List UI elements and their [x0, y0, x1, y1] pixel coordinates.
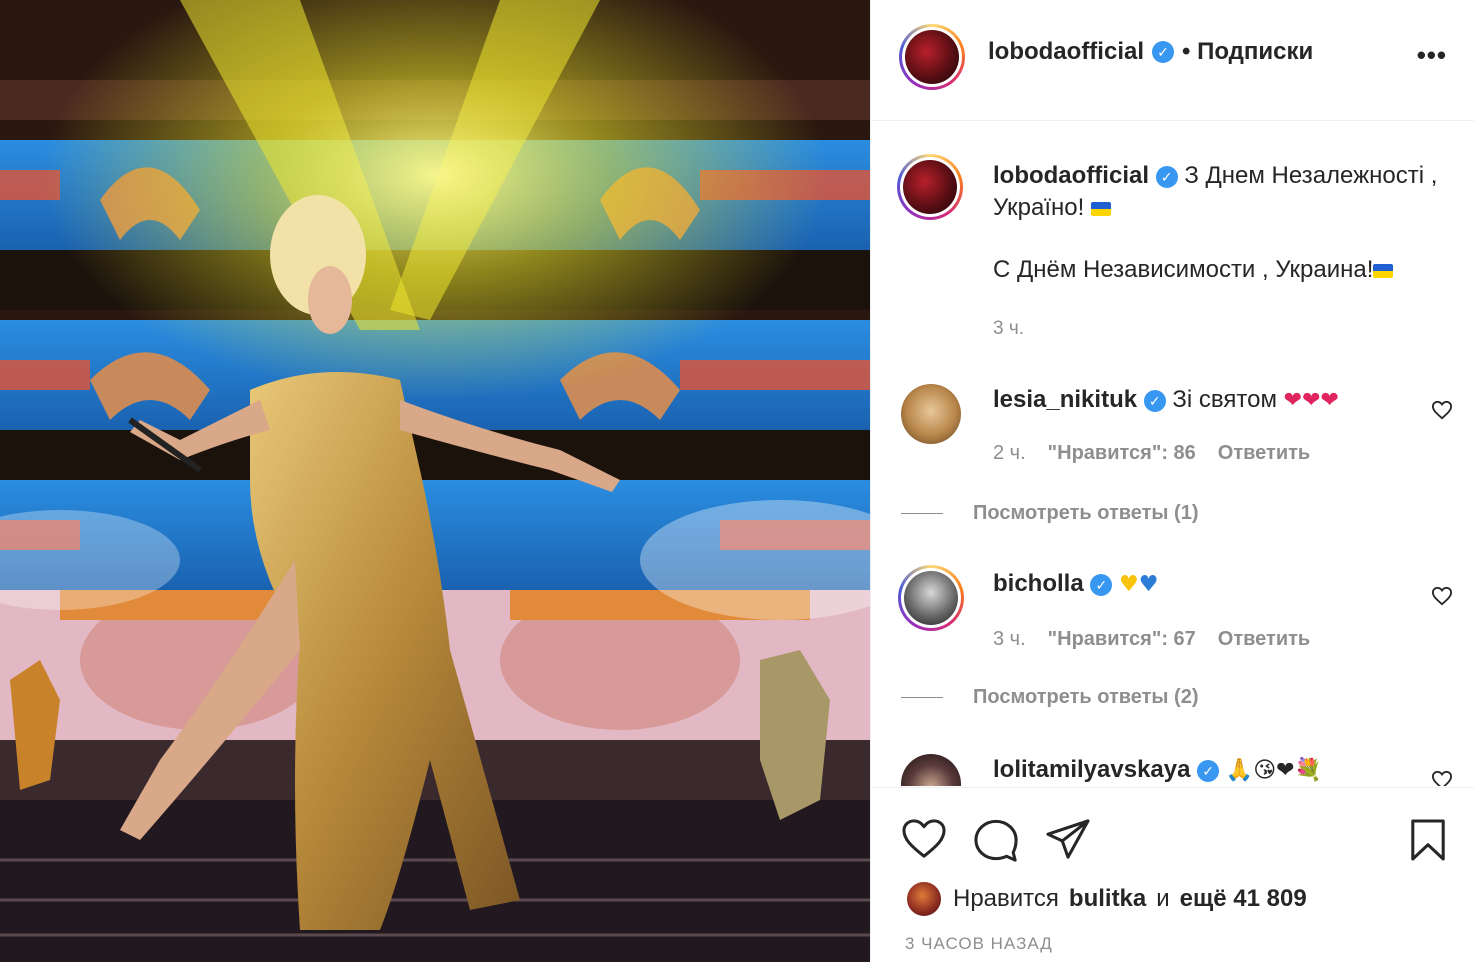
comment-likes[interactable]: "Нравится": 67	[1048, 628, 1196, 651]
liker-username[interactable]: bulitka	[1069, 885, 1146, 913]
comment-icon[interactable]	[973, 818, 1019, 862]
comment-likes[interactable]: "Нравится": 86	[1048, 442, 1196, 465]
verified-icon: ✓	[1090, 573, 1113, 596]
like-comment-heart-icon[interactable]	[1431, 586, 1453, 606]
caption-text: lobodaofficial ✓ З Днем Незалежності , У…	[993, 160, 1453, 286]
comment-body: bicholla ✓ ♥♥	[993, 570, 1423, 598]
comment-emoji: ❤❤❤	[1283, 388, 1339, 413]
comment-meta: 2 ч. "Нравится": 86 Ответить	[993, 442, 1310, 465]
caption-line2: С Днём Независимости , Украина!	[993, 256, 1374, 283]
author-info: lobodaofficial ✓ • Подписки	[988, 38, 1313, 66]
verified-icon: ✓	[1155, 165, 1178, 188]
like-comment-heart-icon[interactable]	[1431, 400, 1453, 420]
author-username[interactable]: lobodaofficial	[988, 38, 1144, 66]
verified-icon: ✓	[1143, 389, 1166, 412]
reply-button[interactable]: Ответить	[1218, 628, 1310, 651]
heart-icon[interactable]	[901, 818, 947, 860]
caption-avatar[interactable]	[897, 154, 963, 220]
post-header: lobodaofficial ✓ • Подписки •••	[871, 0, 1474, 121]
yellow-heart-icon: ♥	[1119, 572, 1139, 597]
follow-status[interactable]: • Подписки	[1182, 38, 1313, 66]
blue-heart-icon: ♥	[1138, 572, 1159, 597]
post-timestamp[interactable]: 3 часов назад	[905, 934, 1053, 954]
comments-list[interactable]: lobodaofficial ✓ З Днем Незалежності , У…	[871, 122, 1474, 786]
like-comment-heart-icon[interactable]	[1431, 770, 1453, 786]
post-actions: Нравится bulitka и ещё 41 809 3 часов на…	[871, 787, 1474, 962]
likes-and: и	[1156, 885, 1170, 912]
comment-username[interactable]: bicholla	[993, 570, 1084, 597]
concert-photo-illustration	[0, 0, 870, 962]
share-icon[interactable]	[1045, 818, 1091, 860]
author-avatar[interactable]	[899, 24, 965, 90]
comment-meta: 3 ч. "Нравится": 67 Ответить	[993, 628, 1310, 651]
comment-avatar[interactable]	[901, 754, 961, 786]
comment-avatar[interactable]	[901, 384, 961, 444]
verified-icon: ✓	[1152, 41, 1174, 63]
comment-text: Зі святом	[1172, 386, 1277, 413]
view-replies[interactable]: Посмотреть ответы (2)	[901, 686, 1199, 709]
comment-username[interactable]: lesia_nikituk	[993, 386, 1137, 413]
reply-button[interactable]: Ответить	[1218, 442, 1310, 465]
likes-count[interactable]: ещё 41 809	[1180, 885, 1307, 913]
comment-time[interactable]: 2 ч.	[993, 442, 1026, 465]
comment-body: lolitamilyavskaya ✓ 🙏😘❤💐	[993, 756, 1423, 784]
liker-avatar[interactable]	[905, 880, 943, 918]
more-icon[interactable]: •••	[1417, 40, 1447, 71]
view-replies[interactable]: Посмотреть ответы (1)	[901, 502, 1199, 525]
ukraine-flag-icon	[1090, 201, 1111, 216]
caption-username[interactable]: lobodaofficial	[993, 162, 1149, 189]
caption-time[interactable]: 3 ч.	[993, 318, 1024, 340]
likes-summary[interactable]: Нравится bulitka и ещё 41 809	[905, 880, 1307, 918]
verified-icon: ✓	[1197, 759, 1220, 782]
comment-body: lesia_nikituk ✓ Зі святом ❤❤❤	[993, 386, 1423, 414]
comment-avatar[interactable]	[898, 565, 964, 631]
bookmark-icon[interactable]	[1409, 818, 1447, 862]
comment-username[interactable]: lolitamilyavskaya	[993, 756, 1190, 783]
likes-prefix: Нравится	[953, 885, 1059, 912]
post-photo[interactable]	[0, 0, 870, 962]
comment-emoji: 🙏😘❤💐	[1225, 758, 1322, 783]
post-side-panel: lobodaofficial ✓ • Подписки ••• lobodaof…	[870, 0, 1474, 962]
ukraine-flag-icon	[1373, 263, 1394, 278]
comment-time[interactable]: 3 ч.	[993, 628, 1026, 651]
